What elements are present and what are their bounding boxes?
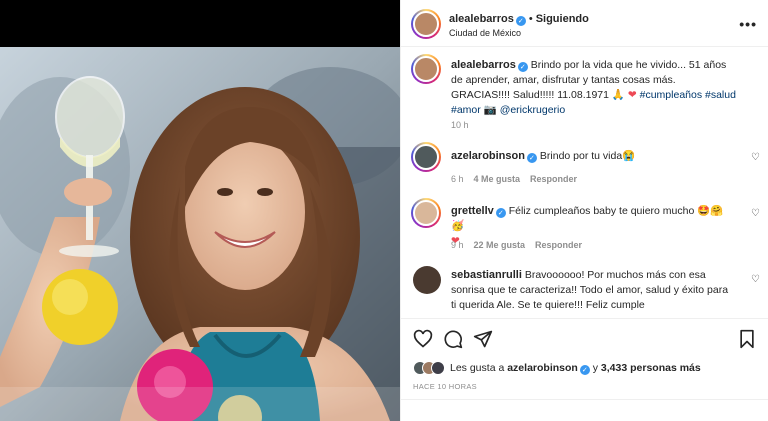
likes-count[interactable]: 3,433 personas más — [601, 362, 701, 374]
commenter-avatar[interactable] — [411, 198, 441, 228]
post-location[interactable]: Ciudad de México — [449, 28, 521, 38]
likes-prefix: Les gusta a — [450, 361, 505, 374]
share-icon[interactable] — [473, 329, 493, 349]
caption-avatar[interactable] — [411, 54, 441, 84]
comment-meta: 9 h 22 Me gusta Responder — [451, 240, 582, 250]
following-button[interactable]: Siguiendo — [536, 13, 589, 25]
comment-body: Brindo por tu vida😭 — [539, 150, 636, 162]
comment-text: azelarobinson ✓ Brindo por tu vida😭 — [451, 149, 736, 164]
commenter-avatar[interactable] — [411, 142, 441, 172]
more-options-icon[interactable]: ••• — [739, 16, 757, 32]
comment-item: azelarobinson ✓ Brindo por tu vida😭 6 h 4 … — [411, 142, 766, 186]
post-header: alealebarros ✓ • Siguiendo Ciudad de México… — [401, 0, 768, 47]
comment-likes-link[interactable]: 4 Me gusta — [474, 174, 521, 184]
save-bookmark-icon[interactable] — [737, 329, 757, 349]
likes-summary[interactable]: Les gusta a azelarobinson ✓ y 3,433 perso… — [413, 361, 701, 375]
comment-reply-button[interactable]: Responder — [535, 240, 582, 250]
commenter-avatar[interactable] — [413, 266, 441, 294]
like-comment-icon[interactable]: ♡ — [751, 274, 760, 285]
separator-dot: • — [528, 13, 533, 25]
comment-likes-link[interactable]: 22 Me gusta — [474, 240, 526, 250]
comment-meta: 6 h 4 Me gusta Responder — [451, 174, 577, 184]
comment-username[interactable]: sebastianrulli — [451, 269, 522, 281]
post-time: HACE 10 HORAS — [413, 382, 477, 391]
comment-item: sebastianrulli Bravoooooo! Por muchos má… — [411, 264, 766, 318]
comment-reply-button[interactable]: Responder — [530, 174, 577, 184]
likes-user[interactable]: azelarobinson — [507, 362, 578, 374]
like-comment-icon[interactable]: ♡ — [751, 152, 760, 163]
post-actions: Les gusta a azelarobinson ✓ y 3,433 perso… — [401, 318, 768, 421]
comment-text: sebastianrulli Bravoooooo! Por muchos má… — [451, 268, 736, 313]
caption-username[interactable]: alealebarros — [451, 59, 516, 71]
media-top-bar — [0, 0, 400, 47]
verified-icon: ✓ — [495, 208, 506, 218]
caption-mention[interactable]: @erickrugerio — [500, 104, 566, 116]
post-photo — [0, 47, 400, 421]
caption-time: 10 h — [451, 120, 469, 130]
post-sidebar: alealebarros ✓ • Siguiendo Ciudad de México… — [400, 0, 768, 421]
comment-time: 6 h — [451, 174, 464, 184]
likes-joiner: y — [592, 361, 598, 374]
caption-text: alealebarros ✓ Brindo por la vida que he … — [451, 58, 736, 118]
comment-item: grettellv ✓ Féliz cumpleaños baby te quie… — [411, 198, 766, 254]
verified-icon: ✓ — [526, 153, 537, 163]
heart-emoji: ❤ — [627, 89, 637, 101]
camera-emoji: 📷 — [483, 104, 497, 116]
liker-avatar — [431, 361, 445, 375]
author-avatar[interactable] — [411, 9, 441, 39]
verified-icon: ✓ — [579, 364, 590, 375]
like-heart-icon[interactable] — [413, 329, 433, 349]
like-comment-icon[interactable]: ♡ — [751, 208, 760, 219]
comment-icon[interactable] — [443, 329, 463, 349]
verified-icon: ✓ — [517, 62, 528, 72]
comment-time: 9 h — [451, 240, 464, 250]
comment-username[interactable]: azelarobinson — [451, 150, 525, 162]
post-media[interactable] — [0, 0, 400, 421]
comment-username[interactable]: grettellv — [451, 205, 494, 217]
author-username[interactable]: alealebarros — [449, 13, 514, 25]
comments-feed[interactable]: alealebarros ✓ Brindo por la vida que he … — [401, 48, 768, 318]
verified-icon: ✓ — [515, 16, 526, 26]
caption: alealebarros ✓ Brindo por la vida que he … — [411, 52, 766, 132]
add-comment-area[interactable] — [401, 399, 768, 421]
